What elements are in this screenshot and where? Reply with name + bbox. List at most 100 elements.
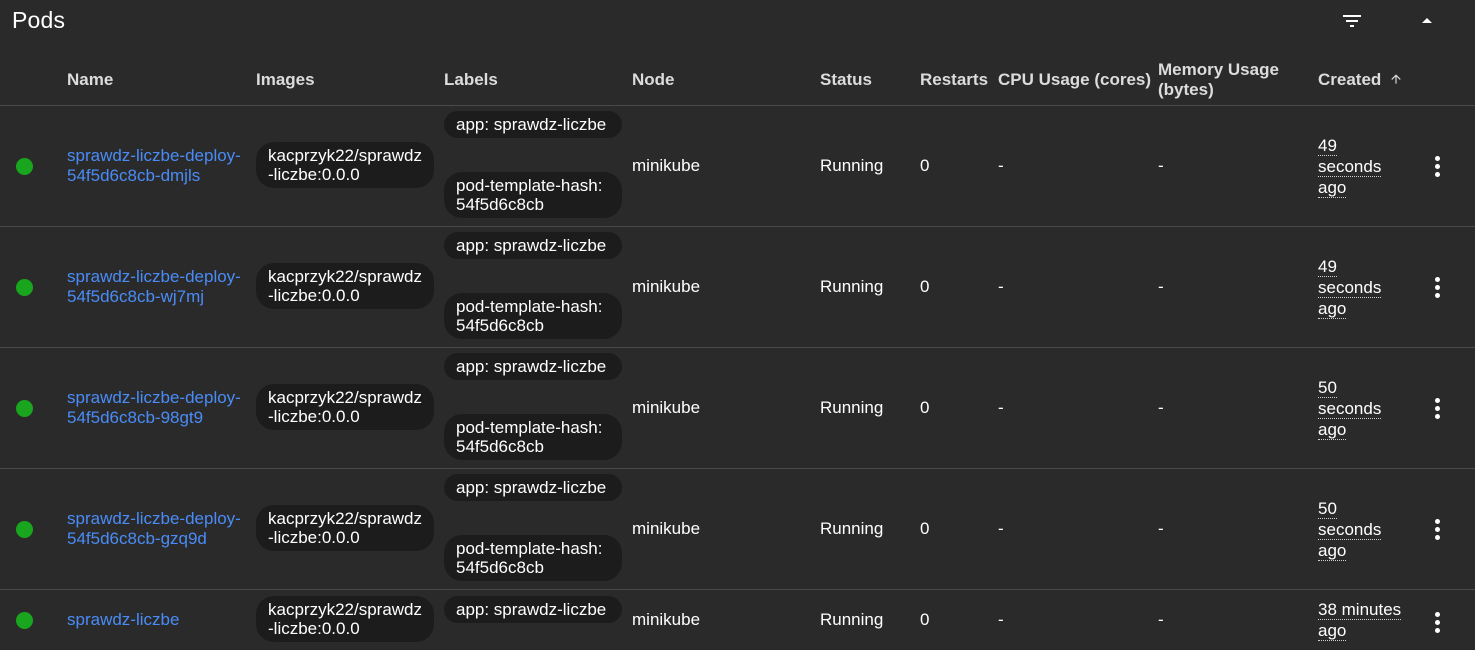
node-cell: minikube <box>632 519 701 538</box>
column-header-memory[interactable]: Memory Usage (bytes) <box>1158 60 1279 100</box>
collapse-button[interactable] <box>1409 6 1445 36</box>
card-header: Pods <box>0 0 1475 50</box>
created-cell: 50 seconds ago <box>1318 498 1408 561</box>
label-chip-hash: pod-template-hash: 54f5d6c8cb <box>444 535 622 581</box>
column-header-restarts[interactable]: Restarts <box>920 70 988 90</box>
label-chip-hash: pod-template-hash: 54f5d6c8cb <box>444 293 622 339</box>
node-cell: minikube <box>632 156 701 175</box>
restarts-cell: 0 <box>920 610 930 629</box>
cpu-cell: - <box>998 156 1004 175</box>
node-cell: minikube <box>632 398 701 417</box>
created-line1: 49 <box>1318 257 1337 277</box>
memory-cell: - <box>1158 398 1164 417</box>
restarts-cell: 0 <box>920 277 930 296</box>
status-cell: Running <box>820 277 884 296</box>
page-title: Pods <box>12 7 66 33</box>
pod-name-link[interactable]: sprawdz-liczbe-deploy- 54f5d6c8cb-dmjls <box>67 146 252 186</box>
pod-name-link[interactable]: sprawdz-liczbe <box>67 610 252 630</box>
running-status-icon <box>16 279 33 296</box>
arrow-up-icon <box>1391 74 1401 84</box>
column-header-cpu[interactable]: CPU Usage (cores) <box>998 70 1151 90</box>
column-header-memory-line1: Memory Usage <box>1158 60 1279 79</box>
memory-cell: - <box>1158 156 1164 175</box>
running-status-icon <box>16 521 33 538</box>
created-line2: seconds <box>1318 399 1382 419</box>
created-line3: ago <box>1318 541 1347 561</box>
created-line1: 49 <box>1318 136 1337 156</box>
pod-name-line2: 54f5d6c8cb-dmjls <box>67 166 201 185</box>
cpu-cell: - <box>998 519 1004 538</box>
table-row[interactable]: sprawdz-liczbe-deploy- 54f5d6c8cb-dmjls … <box>0 106 1475 227</box>
chevron-up-icon <box>1422 18 1432 23</box>
created-line1: 38 minutes <box>1318 600 1402 620</box>
label-chip-app: app: sprawdz-liczbe <box>444 474 622 501</box>
cpu-cell: - <box>998 277 1004 296</box>
pod-name-link[interactable]: sprawdz-liczbe-deploy- 54f5d6c8cb-gzq9d <box>67 509 252 549</box>
label-chip-hash: pod-template-hash: 54f5d6c8cb <box>444 172 622 218</box>
created-cell: 49 seconds ago <box>1318 256 1408 319</box>
column-header-memory-line2: (bytes) <box>1158 80 1214 99</box>
pod-name-link[interactable]: sprawdz-liczbe-deploy- 54f5d6c8cb-wj7mj <box>67 267 252 307</box>
status-cell: Running <box>820 519 884 538</box>
created-line2: seconds <box>1318 520 1382 540</box>
running-status-icon <box>16 612 33 629</box>
column-header-images[interactable]: Images <box>256 70 315 90</box>
pod-name-link[interactable]: sprawdz-liczbe-deploy- 54f5d6c8cb-98gt9 <box>67 388 252 428</box>
column-header-node[interactable]: Node <box>632 70 675 90</box>
status-cell: Running <box>820 156 884 175</box>
column-header-status[interactable]: Status <box>820 70 872 90</box>
image-chip: kacprzyk22/sprawdz-liczbe:0.0.0 <box>256 596 434 642</box>
memory-cell: - <box>1158 610 1164 629</box>
table-row[interactable]: sprawdz-liczbe-deploy- 54f5d6c8cb-wj7mj … <box>0 227 1475 348</box>
image-chip: kacprzyk22/sprawdz-liczbe:0.0.0 <box>256 142 434 188</box>
created-cell: 49 seconds ago <box>1318 135 1408 198</box>
image-chip: kacprzyk22/sprawdz-liczbe:0.0.0 <box>256 384 434 430</box>
running-status-icon <box>16 400 33 417</box>
status-cell: Running <box>820 398 884 417</box>
image-chip: kacprzyk22/sprawdz-liczbe:0.0.0 <box>256 263 434 309</box>
restarts-cell: 0 <box>920 519 930 538</box>
column-header-name[interactable]: Name <box>67 70 113 90</box>
column-header-created[interactable]: Created <box>1318 70 1403 90</box>
label-chip-hash: pod-template-hash: 54f5d6c8cb <box>444 414 622 460</box>
created-line1: 50 <box>1318 378 1337 398</box>
pod-name-line1: sprawdz-liczbe-deploy- <box>67 509 241 528</box>
created-line1: 50 <box>1318 499 1337 519</box>
image-chip: kacprzyk22/sprawdz-liczbe:0.0.0 <box>256 505 434 551</box>
more-vert-icon[interactable] <box>1426 151 1448 181</box>
node-cell: minikube <box>632 610 701 629</box>
label-chip-app: app: sprawdz-liczbe <box>444 232 622 259</box>
status-cell: Running <box>820 610 884 629</box>
restarts-cell: 0 <box>920 398 930 417</box>
filter-icon <box>1343 15 1361 27</box>
label-chip-app: app: sprawdz-liczbe <box>444 596 622 623</box>
pod-name-line1: sprawdz-liczbe-deploy- <box>67 146 241 165</box>
created-line3: ago <box>1318 178 1347 198</box>
running-status-icon <box>16 158 33 175</box>
created-line3: ago <box>1318 299 1347 319</box>
table-row[interactable]: sprawdz-liczbe-deploy- 54f5d6c8cb-gzq9d … <box>0 469 1475 590</box>
created-cell: 50 seconds ago <box>1318 377 1408 440</box>
column-header-labels[interactable]: Labels <box>444 70 498 90</box>
more-vert-icon[interactable] <box>1426 393 1448 423</box>
created-line2: ago <box>1318 621 1347 641</box>
filter-button[interactable] <box>1334 6 1370 36</box>
cpu-cell: - <box>998 610 1004 629</box>
more-vert-icon[interactable] <box>1426 607 1448 637</box>
created-line2: seconds <box>1318 278 1382 298</box>
created-line2: seconds <box>1318 157 1382 177</box>
pod-name-line1: sprawdz-liczbe-deploy- <box>67 388 241 407</box>
label-chip-app: app: sprawdz-liczbe <box>444 111 622 138</box>
more-vert-icon[interactable] <box>1426 514 1448 544</box>
table-row[interactable]: sprawdz-liczbe-deploy- 54f5d6c8cb-98gt9 … <box>0 348 1475 469</box>
memory-cell: - <box>1158 277 1164 296</box>
cpu-cell: - <box>998 398 1004 417</box>
memory-cell: - <box>1158 519 1164 538</box>
label-chip-app: app: sprawdz-liczbe <box>444 353 622 380</box>
pod-name-line2: 54f5d6c8cb-wj7mj <box>67 287 205 306</box>
more-vert-icon[interactable] <box>1426 272 1448 302</box>
pod-name-line2: 54f5d6c8cb-98gt9 <box>67 408 204 427</box>
created-cell: 38 minutes ago <box>1318 599 1428 641</box>
pod-name-line1: sprawdz-liczbe-deploy- <box>67 267 241 286</box>
table-row[interactable]: sprawdz-liczbe kacprzyk22/sprawdz-liczbe… <box>0 590 1475 650</box>
